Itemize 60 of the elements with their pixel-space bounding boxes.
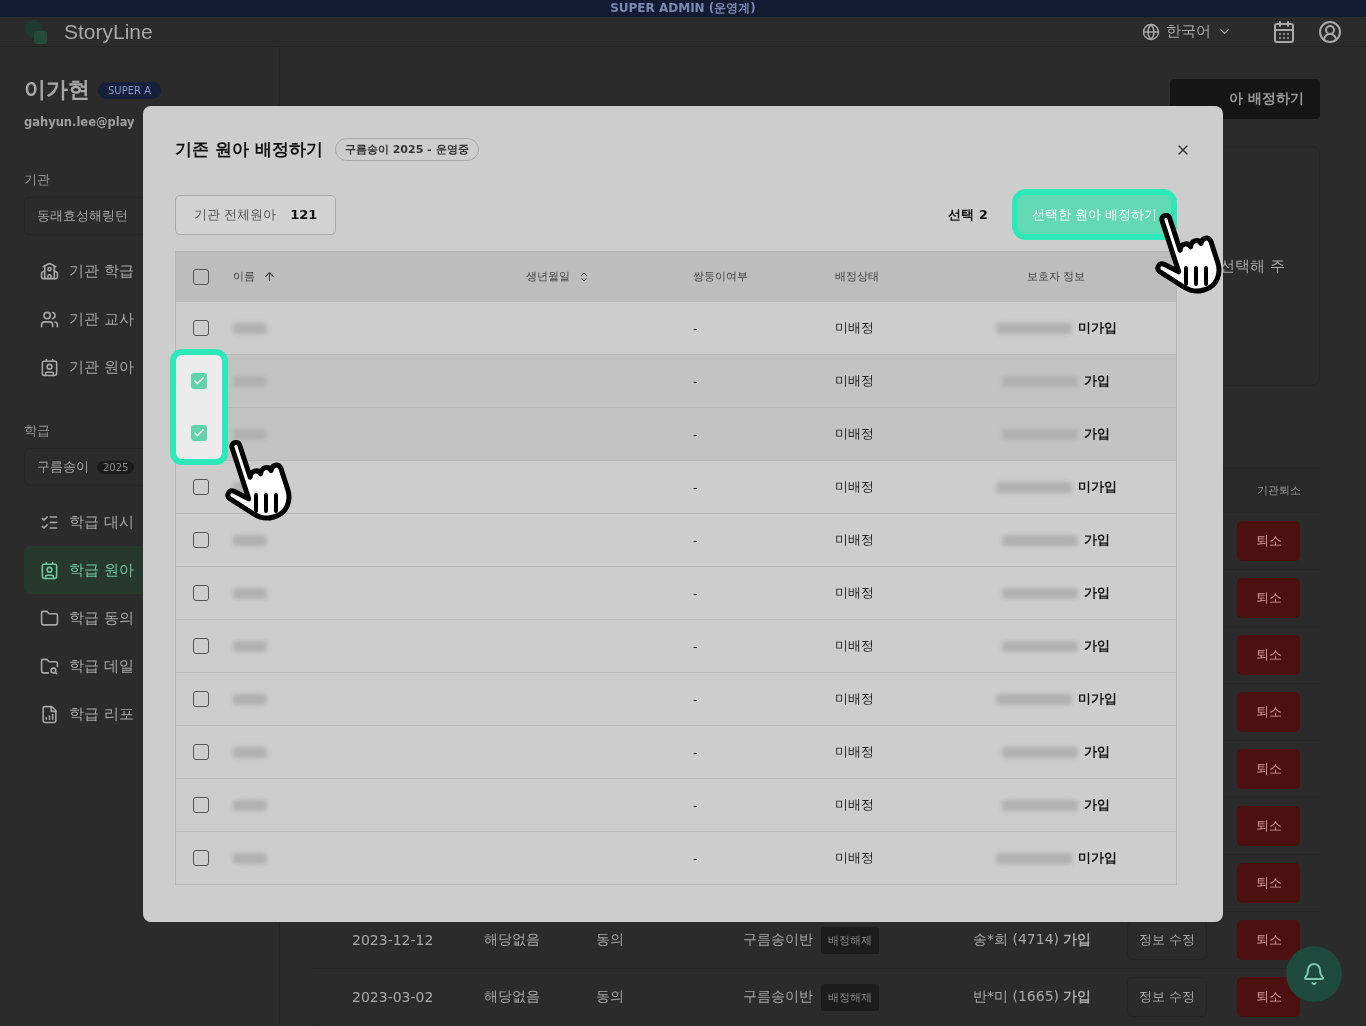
table-cell-text: 해당없음 <box>484 988 541 1006</box>
table-cell: 미배정 <box>835 690 874 708</box>
table-cell-text: 반*미 (1665) 가입 <box>973 988 1093 1006</box>
table-cell: - <box>693 532 698 548</box>
table-cell: - <box>693 850 698 866</box>
section-label: 기관 <box>24 171 50 189</box>
table-cell: - <box>693 638 698 654</box>
join-status: 미가입 <box>1077 849 1117 867</box>
table-cell: - <box>693 479 698 495</box>
column-header: 쌍둥이여부 <box>693 269 748 284</box>
join-status: 미가입 <box>1077 690 1117 708</box>
join-status: 가입 <box>1084 372 1110 390</box>
total-label: 기관 전체원아 <box>194 205 277 224</box>
user-name: 이가현 <box>24 76 90 104</box>
table-cell: 미배정 <box>835 531 874 549</box>
table-cell: 미배정 <box>835 584 874 602</box>
table-cell: 미배정 <box>835 425 874 443</box>
column-header: 배정상태 <box>835 269 879 284</box>
join-status: 가입 <box>1084 637 1110 655</box>
table-cell: 구름송이반 <box>743 931 813 949</box>
join-status: 미가입 <box>1077 319 1117 337</box>
table-cell: - <box>693 585 698 601</box>
table-cell: 미배정 <box>835 372 874 390</box>
join-status: 가입 <box>1084 584 1110 602</box>
year-badge: 2025 <box>97 460 135 474</box>
table-cell: 미배정 <box>835 637 874 655</box>
join-status: 가입 <box>1084 743 1110 761</box>
table-cell: - <box>693 691 698 707</box>
table-cell: - <box>693 373 698 389</box>
environment-banner: SUPER ADMIN (운영계) <box>0 0 1366 17</box>
column-header: 기관퇴소 <box>1255 482 1302 498</box>
table-cell-text: 동의 <box>596 988 625 1006</box>
join-status: 가입 <box>1084 796 1110 814</box>
section-label: 학급 <box>24 422 50 440</box>
table-cell: 미배정 <box>835 796 874 814</box>
table-cell: - <box>693 320 698 336</box>
table-cell: 구름송이반 <box>743 988 813 1006</box>
table-cell: 미배정 <box>835 743 874 761</box>
table-cell-text: 동의 <box>596 931 625 949</box>
table-cell: 미배정 <box>835 849 874 867</box>
total-count: 121 <box>290 207 318 222</box>
table-cell-text: 해당없음 <box>484 931 541 949</box>
join-status: 가입 <box>1084 425 1110 443</box>
column-header: 보호자 정보 <box>1026 269 1086 284</box>
join-status: 미가입 <box>1077 478 1117 496</box>
selection-count: 선택 2 <box>948 205 988 224</box>
table-cell: 미배정 <box>835 319 874 337</box>
dialog-title: 기존 원아 배정하기 <box>175 138 323 161</box>
table-cell-text: 2023-12-12 <box>352 932 435 948</box>
table-cell: - <box>693 426 698 442</box>
role-badge: SUPER A <box>98 81 161 99</box>
user-email: gahyun.lee@play <box>24 115 135 129</box>
table-cell: 미배정 <box>835 478 874 496</box>
join-status: 가입 <box>1084 531 1110 549</box>
table-cell: - <box>693 797 698 813</box>
logo-text: StoryLine <box>64 19 153 44</box>
table-cell: - <box>693 744 698 760</box>
table-cell-text: 송*희 (4714) 가입 <box>973 931 1093 949</box>
hint-text: 선택해 주 <box>1220 256 1285 276</box>
table-cell-text: 2023-03-02 <box>352 989 435 1005</box>
